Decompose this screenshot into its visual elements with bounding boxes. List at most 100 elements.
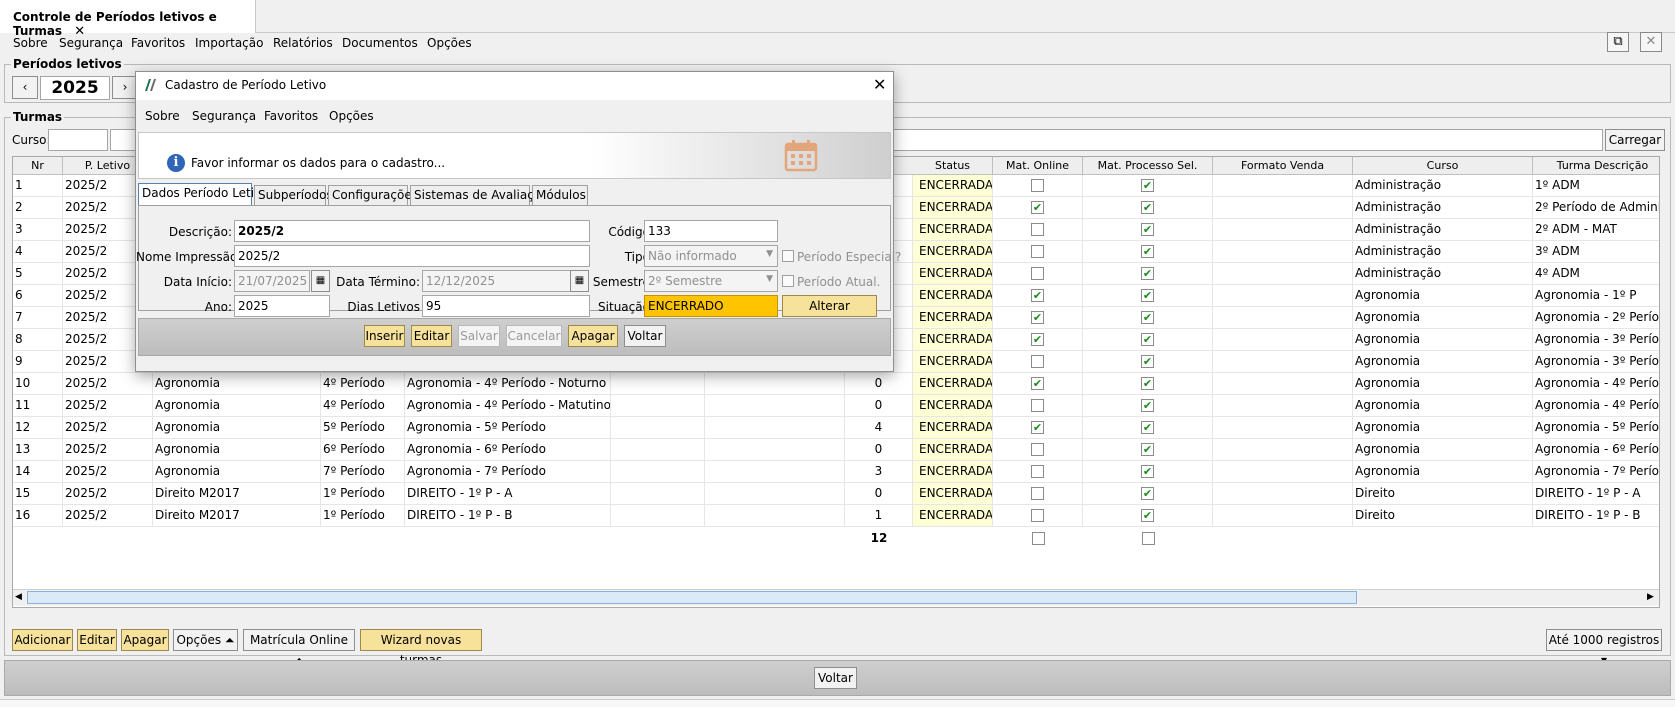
unchecked-checkbox[interactable]	[1031, 487, 1044, 500]
checked-checkbox[interactable]: ✔	[1031, 333, 1044, 346]
unchecked-checkbox[interactable]	[1031, 443, 1044, 456]
cell-mat-online[interactable]: ✔	[993, 373, 1083, 395]
cell-mat-online[interactable]	[993, 461, 1083, 483]
editar-turma-button[interactable]: Editar	[77, 629, 117, 651]
unchecked-checkbox[interactable]	[1031, 509, 1044, 522]
registros-dropdown[interactable]: Até 1000 registros ▾	[1546, 629, 1662, 667]
periodo-atual-checkbox[interactable]	[782, 275, 794, 287]
cell-mat-online[interactable]	[993, 175, 1083, 197]
ano-input[interactable]: 2025	[234, 295, 330, 317]
checked-checkbox[interactable]: ✔	[1141, 465, 1154, 478]
semestre-select[interactable]: 2º Semestre ▼	[644, 270, 778, 292]
dialog-menu-favoritos[interactable]: Favoritos	[264, 109, 318, 123]
popout-icon[interactable]: ⧉	[1607, 32, 1629, 52]
menu-importacao[interactable]: Importação	[195, 36, 263, 50]
scroll-right-icon[interactable]: ▶	[1647, 592, 1659, 603]
year-prev-button[interactable]: ‹	[12, 76, 38, 99]
unchecked-checkbox[interactable]	[1031, 245, 1044, 258]
cell-mat-processo[interactable]: ✔	[1083, 505, 1213, 527]
periodo-especial-checkbox[interactable]	[782, 250, 794, 262]
col-nr[interactable]: Nr	[13, 157, 63, 175]
window-close-icon[interactable]: ✕	[1640, 32, 1662, 52]
cell-mat-online[interactable]	[993, 241, 1083, 263]
checked-checkbox[interactable]: ✔	[1031, 311, 1044, 324]
curso-code-input[interactable]	[48, 129, 108, 151]
checked-checkbox[interactable]: ✔	[1031, 289, 1044, 302]
cell-mat-processo[interactable]: ✔	[1083, 417, 1213, 439]
cell-mat-online[interactable]	[993, 395, 1083, 417]
checked-checkbox[interactable]: ✔	[1141, 223, 1154, 236]
col-turma-descricao[interactable]: Turma Descrição	[1533, 157, 1659, 175]
cell-mat-processo[interactable]: ✔	[1083, 373, 1213, 395]
unchecked-checkbox[interactable]	[1031, 399, 1044, 412]
menu-opcoes[interactable]: Opções	[427, 36, 472, 50]
cell-mat-processo[interactable]: ✔	[1083, 395, 1213, 417]
cell-mat-online[interactable]: ✔	[993, 307, 1083, 329]
col-formato-venda[interactable]: Formato Venda	[1213, 157, 1353, 175]
voltar-main-button[interactable]: Voltar	[814, 667, 857, 689]
data-inicio-input[interactable]: 21/07/2025	[234, 270, 310, 292]
menu-seguranca[interactable]: Segurança	[59, 36, 123, 50]
wizard-button[interactable]: Wizard novas turmas	[360, 629, 482, 667]
cell-mat-processo[interactable]: ✔	[1083, 241, 1213, 263]
unchecked-checkbox[interactable]	[1031, 355, 1044, 368]
checked-checkbox[interactable]: ✔	[1141, 333, 1154, 346]
cell-mat-processo[interactable]: ✔	[1083, 307, 1213, 329]
checked-checkbox[interactable]: ✔	[1141, 487, 1154, 500]
checked-checkbox[interactable]: ✔	[1141, 421, 1154, 434]
cell-mat-online[interactable]: ✔	[993, 329, 1083, 351]
unchecked-checkbox[interactable]	[1031, 267, 1044, 280]
tab-main[interactable]: Controle de Períodos letivos e Turmas ✕	[0, 0, 256, 39]
cell-mat-online[interactable]: ✔	[993, 417, 1083, 439]
checked-checkbox[interactable]: ✔	[1141, 443, 1154, 456]
editar-button[interactable]: Editar	[411, 325, 452, 347]
checked-checkbox[interactable]: ✔	[1141, 201, 1154, 214]
total-online-checkbox[interactable]	[993, 528, 1083, 550]
scroll-left-icon[interactable]: ◀	[15, 592, 27, 603]
dialog-menu-sobre[interactable]: Sobre	[145, 109, 180, 123]
checked-checkbox[interactable]: ✔	[1141, 245, 1154, 258]
col-mat-processo[interactable]: Mat. Processo Sel.	[1083, 157, 1213, 175]
apagar-button[interactable]: Apagar	[568, 325, 618, 347]
cell-mat-online[interactable]	[993, 219, 1083, 241]
adicionar-button[interactable]: Adicionar	[12, 629, 73, 651]
checked-checkbox[interactable]: ✔	[1141, 311, 1154, 324]
apagar-turma-button[interactable]: Apagar	[121, 629, 169, 651]
alterar-situacao-button[interactable]: Alterar Situação	[782, 295, 877, 333]
tab-sistemas-avaliacao[interactable]: Sistemas de Avaliação	[410, 185, 549, 206]
cell-mat-online[interactable]	[993, 439, 1083, 461]
checked-checkbox[interactable]: ✔	[1141, 289, 1154, 302]
tab-modulos[interactable]: Módulos	[532, 185, 588, 206]
dialog-close-icon[interactable]: ✕	[873, 75, 886, 94]
menu-sobre[interactable]: Sobre	[13, 36, 48, 50]
checked-checkbox[interactable]: ✔	[1141, 355, 1154, 368]
checked-checkbox[interactable]: ✔	[1031, 201, 1044, 214]
checked-checkbox[interactable]: ✔	[1141, 377, 1154, 390]
unchecked-checkbox[interactable]	[1031, 465, 1044, 478]
voltar-button[interactable]: Voltar	[624, 325, 666, 347]
cell-mat-online[interactable]: ✔	[993, 285, 1083, 307]
cell-mat-processo[interactable]: ✔	[1083, 219, 1213, 241]
data-termino-calendar-icon[interactable]: ▦	[570, 270, 589, 292]
checked-checkbox[interactable]: ✔	[1141, 509, 1154, 522]
year-field[interactable]: 2025	[40, 76, 110, 100]
cell-mat-processo[interactable]: ✔	[1083, 197, 1213, 219]
unchecked-checkbox[interactable]	[1031, 223, 1044, 236]
menu-documentos[interactable]: Documentos	[342, 36, 418, 50]
checked-checkbox[interactable]: ✔	[1031, 377, 1044, 390]
checked-checkbox[interactable]: ✔	[1141, 179, 1154, 192]
cell-mat-processo[interactable]: ✔	[1083, 461, 1213, 483]
data-inicio-calendar-icon[interactable]: ▦	[311, 270, 330, 292]
tab-configuracoes[interactable]: Configurações	[328, 185, 418, 206]
cell-mat-online[interactable]	[993, 351, 1083, 373]
descricao-input[interactable]: 2025/2	[234, 220, 590, 242]
dias-letivos-input[interactable]: 95	[422, 295, 590, 317]
menu-relatorios[interactable]: Relatórios	[273, 36, 333, 50]
cell-mat-processo[interactable]: ✔	[1083, 483, 1213, 505]
col-curso[interactable]: Curso	[1353, 157, 1533, 175]
cancelar-button[interactable]: Cancelar	[506, 325, 562, 347]
cell-mat-processo[interactable]: ✔	[1083, 285, 1213, 307]
cell-mat-online[interactable]	[993, 505, 1083, 527]
unchecked-checkbox[interactable]	[1031, 179, 1044, 192]
cell-mat-processo[interactable]: ✔	[1083, 351, 1213, 373]
